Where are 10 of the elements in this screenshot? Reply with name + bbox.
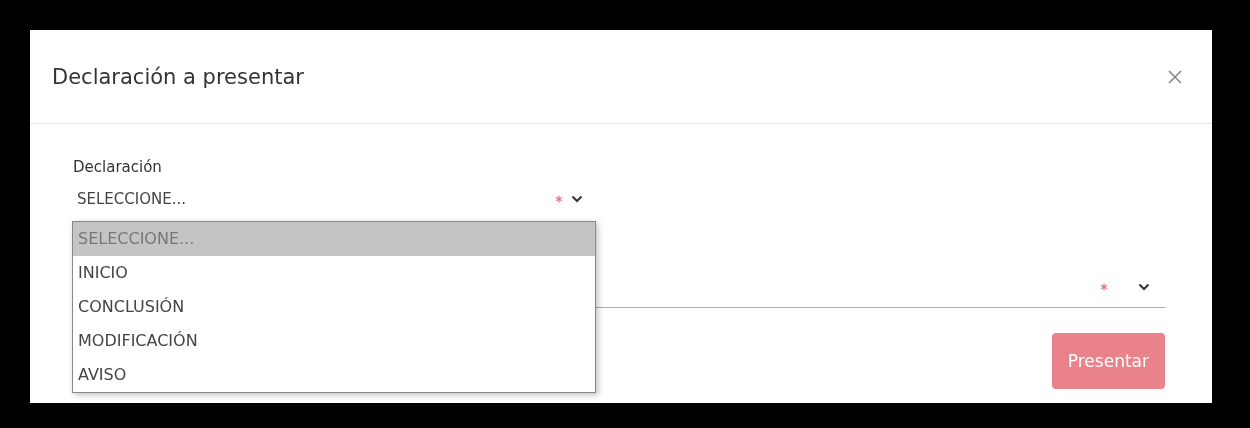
select-field[interactable]: SELECCIONE...: [73, 177, 583, 221]
modal-title: Declaración a presentar: [52, 64, 304, 89]
field-label: Declaración: [73, 157, 163, 177]
dropdown-option[interactable]: MODIFICACIÓN: [73, 324, 595, 358]
dropdown-option[interactable]: CONCLUSIÓN: [73, 290, 595, 324]
chevron-down-icon: [1138, 283, 1150, 291]
chevron-down-icon: [571, 195, 583, 203]
close-icon: [1168, 69, 1182, 84]
dropdown-option[interactable]: AVISO: [73, 358, 595, 392]
dropdown-option[interactable]: INICIO: [73, 256, 595, 290]
